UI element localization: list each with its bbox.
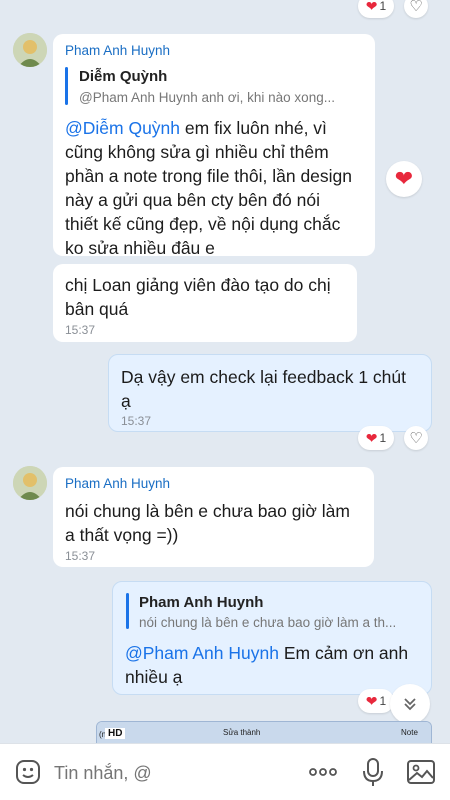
react-button[interactable]: ♡ xyxy=(404,426,428,450)
my-message-bubble[interactable]: Pham Anh Huynh nói chung là bên e chưa b… xyxy=(112,581,432,695)
image-button[interactable] xyxy=(406,758,436,786)
heart-outline-icon: ♡ xyxy=(409,430,423,447)
react-button[interactable]: ♡ xyxy=(404,0,428,18)
message-line: ạ xyxy=(121,391,131,411)
quote-sender: Diễm Quỳnh xyxy=(79,68,168,85)
message-line: thiết kế cũng đẹp, về nội dụng chắc xyxy=(65,214,341,234)
message-text: Dạ vậy em check lại feedback 1 chút ạ xyxy=(121,365,406,413)
preview-col2: Sửa thành xyxy=(223,728,261,737)
reaction-count: 1 xyxy=(379,694,387,708)
scroll-down-button[interactable] xyxy=(390,684,430,724)
message-bubble[interactable]: Pham Anh Huynh Diễm Quỳnh @Pham Anh Huyn… xyxy=(53,34,375,258)
quote-text: nói chung là bên e chưa bao giờ làm a th… xyxy=(139,615,397,630)
message-line: nói chung là bên e chưa bao giờ làm xyxy=(65,501,350,521)
react-button[interactable]: ❤ xyxy=(386,161,422,197)
avatar[interactable] xyxy=(13,33,47,67)
message-time: 15:37 xyxy=(121,414,152,428)
message-line: này a gửi qua bên cty bên đó nói xyxy=(65,190,320,210)
message-line: phần a note trong file thôi, lần design xyxy=(65,166,353,186)
heart-outline-icon: ♡ xyxy=(409,0,423,15)
scroll-down-icon xyxy=(404,698,416,711)
heart-icon: ❤ xyxy=(365,0,378,14)
my-message-bubble[interactable]: Dạ vậy em check lại feedback 1 chút ạ 15… xyxy=(108,354,432,432)
message-text: @Pham Anh Huynh Em cảm ơn anh nhiều ạ xyxy=(125,641,408,689)
message-line: bân quá xyxy=(65,299,129,319)
message-line-text: em fix luôn nhé, vì xyxy=(180,118,327,138)
message-line: @Diễm Quỳnh em fix luôn nhé, vì xyxy=(65,116,375,140)
reaction-badge[interactable]: ❤ 1 xyxy=(358,689,394,713)
sticker-button[interactable] xyxy=(14,758,42,786)
message-line: nhiều ạ xyxy=(125,667,183,687)
reaction-count: 1 xyxy=(379,431,387,445)
message-line: ko sửa nhiều đâu e xyxy=(65,238,215,258)
heart-icon: ❤ xyxy=(365,429,378,446)
message-bubble[interactable]: chị Loan giảng viên đào tạo do chị bân q… xyxy=(53,264,357,342)
image-preview[interactable]: (n sửa) HD Sửa thành Note xyxy=(96,721,432,743)
more-button[interactable] xyxy=(306,758,340,786)
message-line: cũng không sửa gì nhiều chỉ thêm xyxy=(65,142,329,162)
message-bubble[interactable]: Pham Anh Huynh nói chung là bên e chưa b… xyxy=(53,467,374,567)
reaction-badge[interactable]: ❤ 1 xyxy=(358,426,394,450)
reaction-count: 1 xyxy=(379,0,387,13)
message-input[interactable] xyxy=(54,758,284,788)
message-line: a thất vọng =)) xyxy=(65,525,179,545)
message-time: 15:37 xyxy=(65,323,96,337)
message-time: 15:37 xyxy=(65,549,96,563)
quote-text: @Pham Anh Huynh anh ơi, khi nào xong... xyxy=(79,90,335,105)
quote-sender: Pham Anh Huynh xyxy=(139,594,264,611)
mention-link[interactable]: @Diễm Quỳnh xyxy=(65,118,180,138)
quote-bar xyxy=(126,593,129,629)
reaction-badge[interactable]: ❤ 1 xyxy=(358,0,394,18)
mention-link[interactable]: @Pham Anh Huynh xyxy=(125,643,279,663)
microphone-icon xyxy=(363,758,383,786)
avatar[interactable] xyxy=(13,466,47,500)
sender-name: Pham Anh Huynh xyxy=(65,43,171,58)
message-text: @Diễm Quỳnh em fix luôn nhé, vì cũng khô… xyxy=(65,116,375,260)
hd-badge: HD xyxy=(105,728,126,739)
message-text: chị Loan giảng viên đào tạo do chị bân q… xyxy=(65,273,331,321)
message-line: Dạ vậy em check lại feedback 1 chút xyxy=(121,367,407,387)
image-icon xyxy=(407,760,435,784)
sender-name: Pham Anh Huynh xyxy=(65,476,171,491)
message-line-text: Em cảm ơn anh xyxy=(278,643,409,663)
composer-bar xyxy=(0,743,450,800)
more-icon xyxy=(309,768,337,776)
message-text: nói chung là bên e chưa bao giờ làm a th… xyxy=(65,499,350,547)
preview-col3: Note xyxy=(401,728,418,737)
preview-header xyxy=(97,722,431,743)
message-line: @Pham Anh Huynh Em cảm ơn anh xyxy=(125,641,408,665)
heart-icon: ❤ xyxy=(394,166,414,191)
avatar-image xyxy=(13,466,47,500)
message-line: chị Loan giảng viên đào tạo do chị xyxy=(65,275,331,295)
avatar-image xyxy=(13,33,47,67)
heart-icon: ❤ xyxy=(365,692,378,709)
microphone-button[interactable] xyxy=(360,756,386,788)
sticker-icon xyxy=(16,760,40,784)
quote-bar xyxy=(65,67,68,105)
